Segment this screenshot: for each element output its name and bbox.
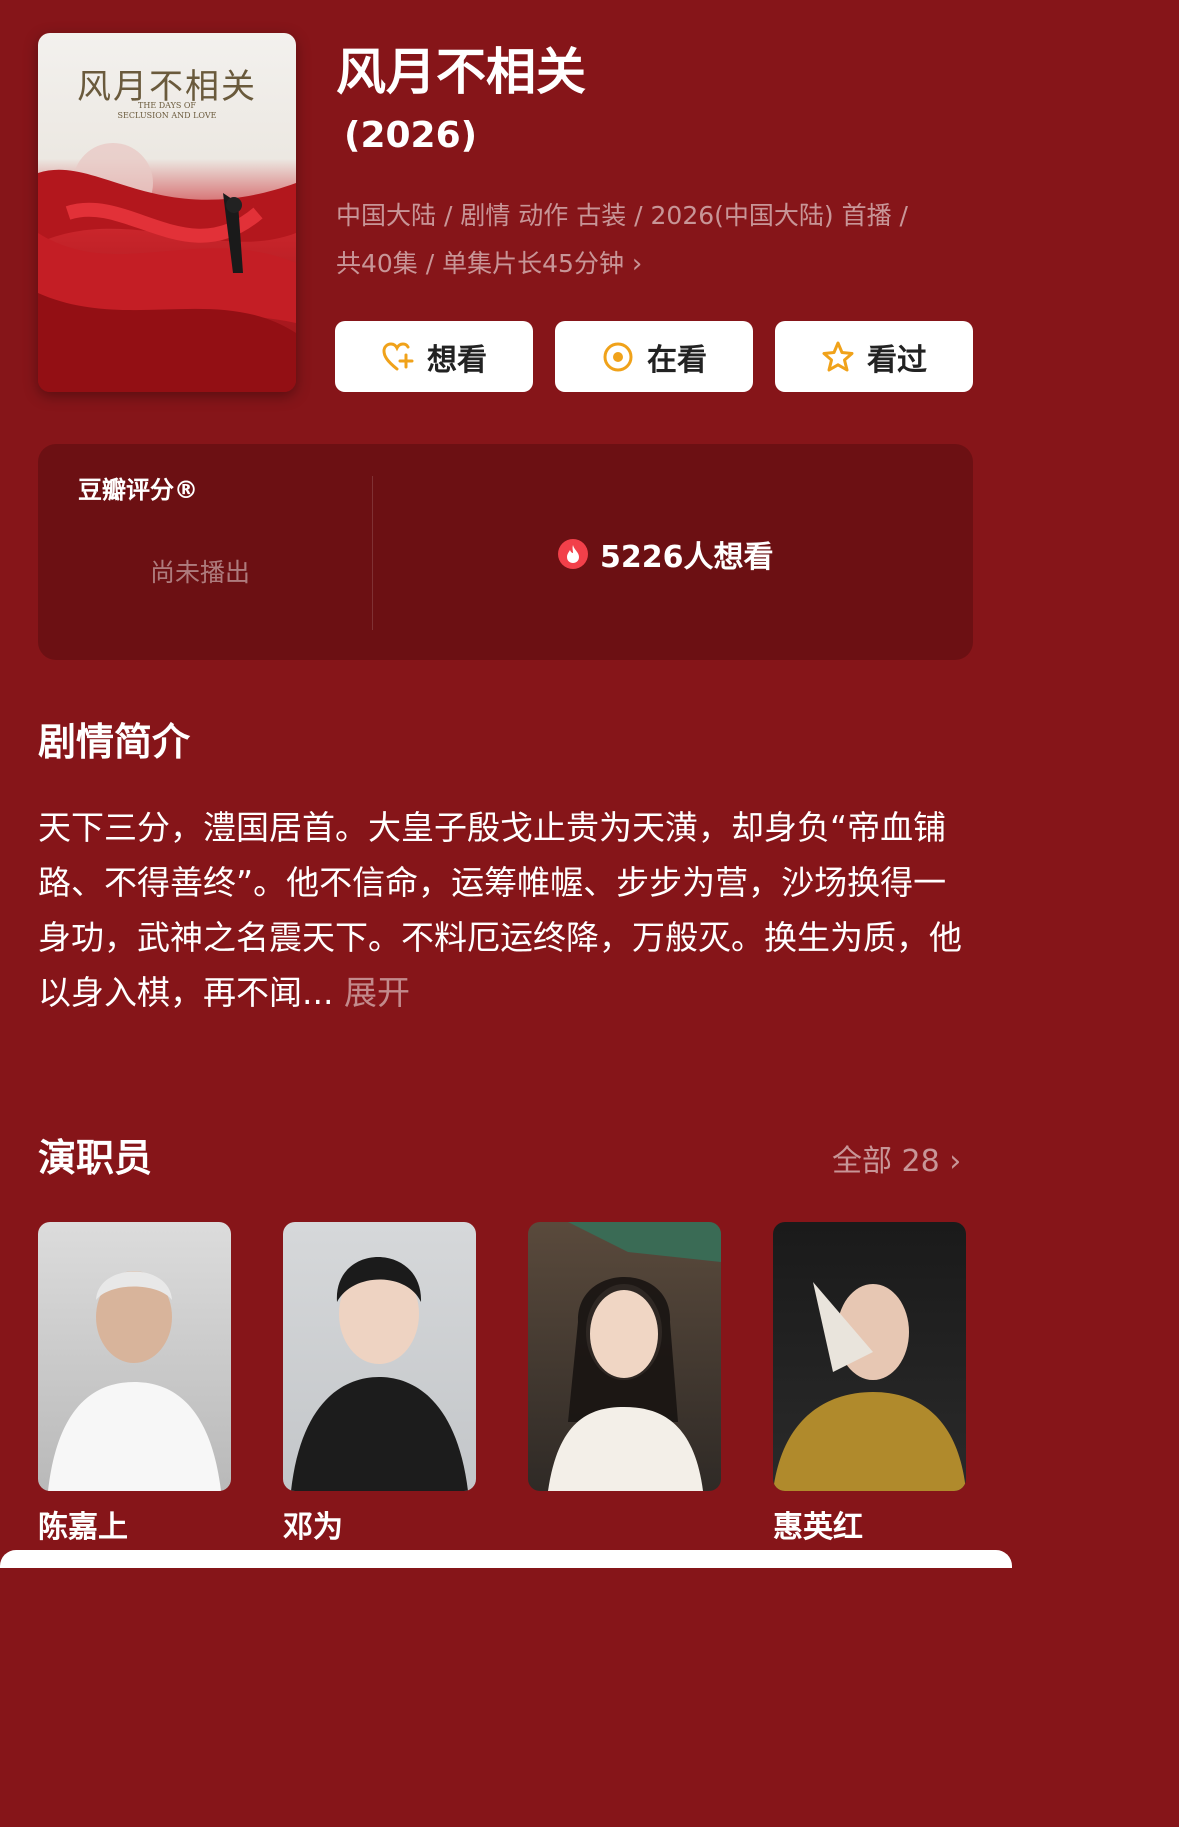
person-portrait: [291, 1257, 468, 1491]
cast-photo[interactable]: [38, 1222, 231, 1491]
cast-name[interactable]: 惠英红: [773, 1508, 863, 1548]
watched-button[interactable]: 看过: [775, 321, 973, 392]
person-portrait: [548, 1222, 721, 1491]
wish-count-text: 5226人想看: [600, 540, 774, 575]
star-icon: [822, 341, 854, 371]
release-year: (2026): [344, 115, 478, 156]
fire-icon: [558, 539, 588, 569]
rating-status: 尚未播出: [150, 558, 251, 587]
cast-name[interactable]: 邓为: [283, 1508, 343, 1548]
watching-label: 在看: [647, 342, 707, 378]
cast-photo[interactable]: [773, 1222, 966, 1491]
cast-all-link[interactable]: 全部 28 ›: [832, 1136, 961, 1180]
meta-line-1: 中国大陆 / 剧情 动作 古装 / 2026(中国大陆) 首播 /: [336, 201, 908, 230]
cast-photo[interactable]: [283, 1222, 476, 1491]
synopsis-text[interactable]: 天下三分，澧国居首。大皇子殷戈止贵为天潢，却身负“帝血铺路、不得善终”。他不信命…: [38, 800, 978, 1020]
douban-rating-label: 豆瓣评分®: [78, 476, 198, 504]
poster-art: [38, 143, 296, 392]
want-to-watch-button[interactable]: 想看: [335, 321, 533, 392]
page-title: 风月不相关: [336, 43, 586, 101]
rating-divider: [372, 476, 373, 630]
bottom-sheet-edge: [0, 1550, 1012, 1568]
expand-link[interactable]: 展开: [344, 973, 410, 1012]
synopsis-body: 天下三分，澧国居首。大皇子殷戈止贵为天潢，却身负“帝血铺路、不得善终”。他不信命…: [38, 808, 962, 1012]
cast-name[interactable]: 陈嘉上: [38, 1508, 128, 1548]
meta-info[interactable]: 中国大陆 / 剧情 动作 古装 / 2026(中国大陆) 首播 / 共40集 /…: [336, 192, 986, 288]
heart-plus-icon: [382, 341, 414, 370]
chevron-right-icon: ›: [949, 1144, 962, 1179]
watched-label: 看过: [867, 342, 927, 378]
person-portrait: [773, 1282, 966, 1491]
synopsis-heading: 剧情简介: [38, 720, 191, 764]
wish-count[interactable]: 5226人想看: [558, 532, 774, 576]
poster-image[interactable]: 风月不相关 THE DAYS OF SECLUSION AND LOVE: [38, 33, 296, 392]
want-to-watch-label: 想看: [427, 342, 487, 378]
cast-photo[interactable]: [528, 1222, 721, 1491]
cast-all-label: 全部 28: [832, 1144, 940, 1179]
cast-heading: 演职员: [38, 1136, 153, 1180]
meta-line-2: 共40集 / 单集片长45分钟: [336, 249, 624, 278]
person-portrait: [48, 1271, 221, 1491]
watching-button[interactable]: 在看: [555, 321, 753, 392]
chevron-right-icon: ›: [631, 249, 643, 279]
target-icon: [603, 342, 633, 371]
